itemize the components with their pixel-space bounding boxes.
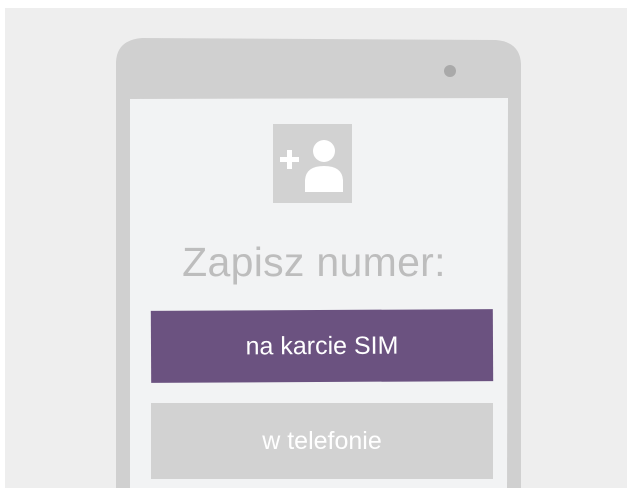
save-to-phone-label: w telefonie <box>262 427 382 455</box>
save-to-sim-label: na karcie SIM <box>245 331 399 361</box>
camera-icon <box>444 65 456 77</box>
dialog-title: Zapisz numer: <box>182 239 446 285</box>
add-contact-icon <box>273 124 352 203</box>
save-to-phone-button[interactable]: w telefonie <box>151 403 493 479</box>
save-to-sim-button[interactable]: na karcie SIM <box>150 309 494 383</box>
illustration-canvas: Zapisz numer: na karcie SIM w telefonie <box>0 0 628 488</box>
